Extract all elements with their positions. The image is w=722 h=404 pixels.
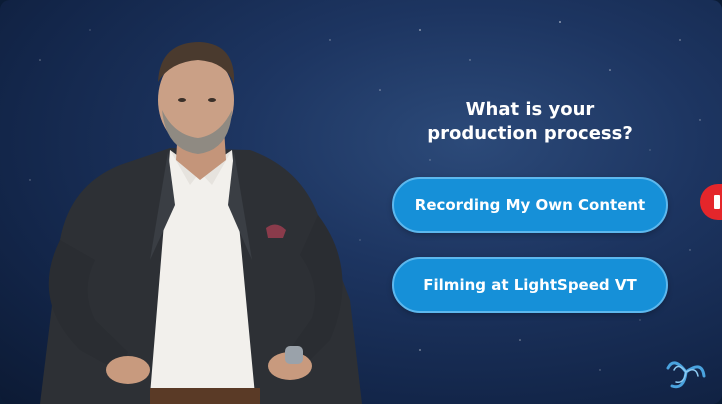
presenter-video <box>40 42 362 404</box>
choice-button-recording-own-content[interactable]: Recording My Own Content <box>392 177 668 233</box>
video-stage: What is your production process? Recordi… <box>0 0 722 404</box>
question-heading: What is your production process? <box>400 98 660 146</box>
question-line-2: production process? <box>427 123 633 144</box>
choice-button-filming-at-lightspeed[interactable]: Filming at LightSpeed VT <box>392 257 668 313</box>
question-line-1: What is your <box>465 99 595 120</box>
swirl-logo-icon <box>666 361 706 389</box>
red-tab-icon <box>714 195 720 209</box>
choice-label: Recording My Own Content <box>414 196 646 214</box>
choice-label: Filming at LightSpeed VT <box>423 276 637 294</box>
